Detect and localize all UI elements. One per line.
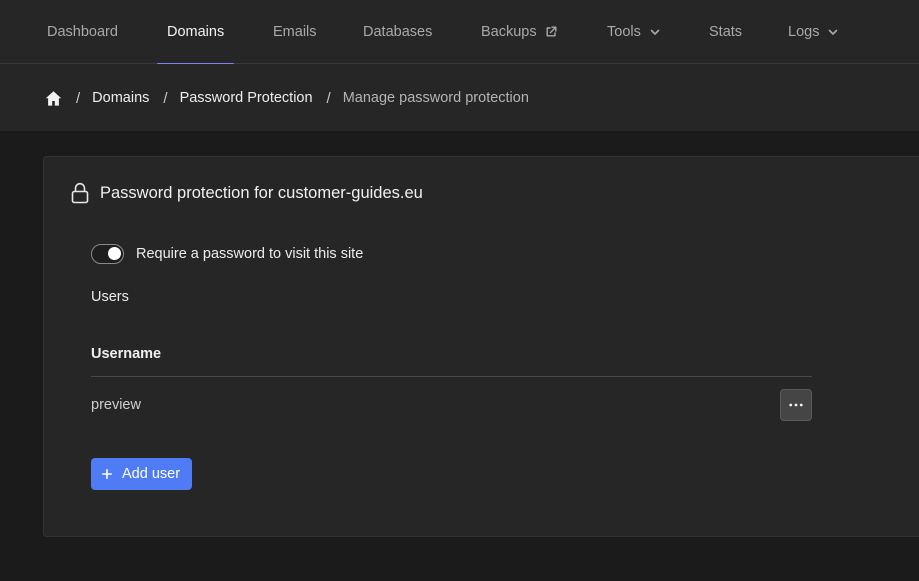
- breadcrumb-current: Manage password protection: [342, 90, 529, 106]
- table-header: Username: [91, 337, 812, 377]
- home-icon[interactable]: [45, 90, 62, 107]
- nav-domains[interactable]: Domains: [156, 0, 235, 65]
- chevron-down-icon: [827, 26, 839, 38]
- breadcrumb-separator: /: [326, 89, 331, 107]
- nav-dashboard-label: Dashboard: [47, 24, 118, 40]
- require-password-label: Require a password to visit this site: [136, 246, 364, 262]
- password-protection-card: Password protection for customer-guides.…: [43, 156, 919, 537]
- more-horizontal-icon: [789, 403, 803, 407]
- chevron-down-icon: [649, 26, 661, 38]
- users-section-label: Users: [91, 289, 129, 305]
- breadcrumb-separator: /: [76, 89, 81, 107]
- add-user-button[interactable]: Add user: [91, 458, 193, 490]
- breadcrumb-separator: /: [163, 89, 168, 107]
- nav-stats-label: Stats: [709, 24, 743, 40]
- nav-domains-label: Domains: [167, 24, 225, 40]
- nav-tools-label: Tools: [607, 24, 641, 40]
- nav-emails-label: Emails: [273, 24, 317, 40]
- nav-tools[interactable]: Tools: [607, 0, 661, 64]
- nav-stats[interactable]: Stats: [709, 0, 742, 64]
- require-password-toggle[interactable]: [91, 244, 124, 264]
- breadcrumb: / Domains / Password Protection / Manage…: [45, 64, 529, 132]
- nav-logs-label: Logs: [788, 24, 820, 40]
- username-cell: preview: [91, 397, 141, 413]
- nav-databases-label: Databases: [363, 24, 433, 40]
- lock-icon: [70, 182, 90, 204]
- card-header: Password protection for customer-guides.…: [70, 181, 423, 205]
- column-username: Username: [91, 346, 162, 362]
- external-link-icon: [545, 26, 557, 38]
- nav-databases[interactable]: Databases: [363, 0, 432, 64]
- breadcrumb-password-protection[interactable]: Password Protection: [180, 90, 313, 106]
- toggle-knob: [108, 247, 121, 260]
- nav-emails[interactable]: Emails: [273, 0, 317, 64]
- nav-backups[interactable]: Backups: [481, 0, 557, 64]
- nav-logs[interactable]: Logs: [788, 0, 839, 64]
- table-row: preview: [91, 377, 812, 433]
- users-table: Username preview: [91, 337, 812, 433]
- breadcrumb-domains[interactable]: Domains: [92, 90, 149, 106]
- top-navigation: Dashboard Domains Emails Databases Backu…: [0, 0, 919, 65]
- require-password-row: Require a password to visit this site: [91, 244, 363, 264]
- card-title: Password protection for customer-guides.…: [100, 183, 423, 202]
- row-actions-button[interactable]: [780, 389, 812, 421]
- nav-dashboard[interactable]: Dashboard: [47, 0, 118, 64]
- breadcrumb-bar: / Domains / Password Protection / Manage…: [0, 64, 919, 132]
- add-user-label: Add user: [122, 466, 181, 482]
- plus-icon: [102, 469, 112, 479]
- nav-backups-label: Backups: [481, 24, 537, 40]
